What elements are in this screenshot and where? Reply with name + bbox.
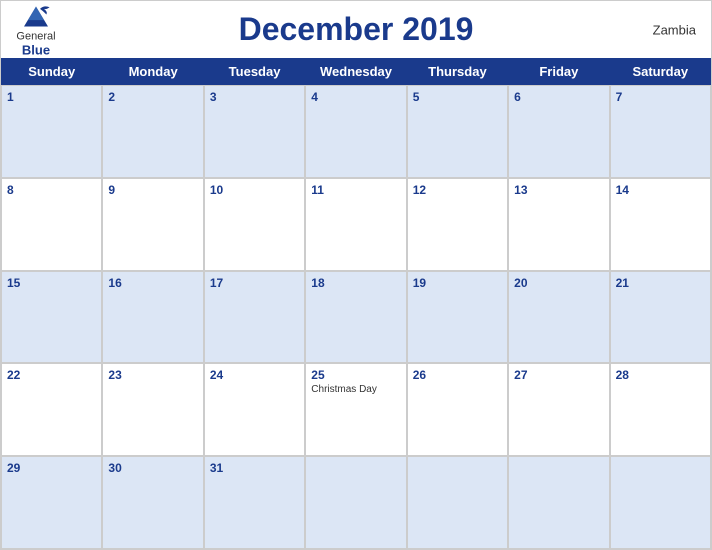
day-saturday: Saturday — [610, 58, 711, 85]
calendar-cell: 1 — [1, 85, 102, 178]
calendar-cell — [610, 456, 711, 549]
date-number: 29 — [7, 461, 20, 475]
calendar-cell: 25 Christmas Day — [305, 363, 406, 456]
day-monday: Monday — [102, 58, 203, 85]
date-number: 18 — [311, 276, 324, 290]
date-number: 9 — [108, 183, 115, 197]
calendar-cell: 21 — [610, 271, 711, 364]
day-tuesday: Tuesday — [204, 58, 305, 85]
date-number: 30 — [108, 461, 121, 475]
date-number: 21 — [616, 276, 629, 290]
calendar-cell: 22 — [1, 363, 102, 456]
date-number: 1 — [7, 90, 14, 104]
date-number: 11 — [311, 183, 324, 197]
month-title: December 2019 — [239, 11, 474, 48]
date-number: 5 — [413, 90, 420, 104]
logo-blue-text: Blue — [22, 42, 50, 57]
calendar-cell: 18 — [305, 271, 406, 364]
calendar-cell: 27 — [508, 363, 609, 456]
day-wednesday: Wednesday — [305, 58, 406, 85]
date-number: 12 — [413, 183, 426, 197]
calendar-cell: 9 — [102, 178, 203, 271]
date-number: 20 — [514, 276, 527, 290]
calendar-cell: 13 — [508, 178, 609, 271]
calendar-cell: 15 — [1, 271, 102, 364]
calendar-cell: 3 — [204, 85, 305, 178]
date-number: 23 — [108, 368, 121, 382]
logo-general-text: General — [16, 30, 55, 42]
calendar-cell: 8 — [1, 178, 102, 271]
date-number: 4 — [311, 90, 318, 104]
date-number: 26 — [413, 368, 426, 382]
date-number: 17 — [210, 276, 223, 290]
date-number: 6 — [514, 90, 521, 104]
date-number: 27 — [514, 368, 527, 382]
calendar-cell: 23 — [102, 363, 203, 456]
calendar-cell: 19 — [407, 271, 508, 364]
date-number: 22 — [7, 368, 20, 382]
calendar-cell: 2 — [102, 85, 203, 178]
date-number: 3 — [210, 90, 217, 104]
calendar-cell: 20 — [508, 271, 609, 364]
calendar-cell: 10 — [204, 178, 305, 271]
day-thursday: Thursday — [407, 58, 508, 85]
calendar-cell — [305, 456, 406, 549]
day-sunday: Sunday — [1, 58, 102, 85]
date-number: 8 — [7, 183, 14, 197]
calendar-header: General Blue December 2019 Zambia — [1, 1, 711, 58]
logo: General Blue — [16, 2, 56, 57]
calendar-cell: 6 — [508, 85, 609, 178]
calendar-cell: 4 — [305, 85, 406, 178]
calendar-cell: 30 — [102, 456, 203, 549]
date-number: 16 — [108, 276, 121, 290]
calendar-container: General Blue December 2019 Zambia Sunday… — [0, 0, 712, 550]
date-number: 19 — [413, 276, 426, 290]
date-number: 2 — [108, 90, 115, 104]
date-number: 13 — [514, 183, 527, 197]
calendar-cell: 14 — [610, 178, 711, 271]
calendar-grid: 1234567891011121314151617181920212223242… — [1, 85, 711, 549]
date-number: 24 — [210, 368, 223, 382]
date-number: 10 — [210, 183, 223, 197]
date-number: 28 — [616, 368, 629, 382]
calendar-cell: 12 — [407, 178, 508, 271]
date-number: 31 — [210, 461, 223, 475]
calendar-cell: 31 — [204, 456, 305, 549]
date-number: 15 — [7, 276, 20, 290]
calendar-cell: 16 — [102, 271, 203, 364]
date-number: 7 — [616, 90, 623, 104]
calendar-cell — [407, 456, 508, 549]
date-number: 25 — [311, 368, 324, 382]
calendar-cell: 28 — [610, 363, 711, 456]
country-label: Zambia — [653, 22, 696, 37]
calendar-cell: 17 — [204, 271, 305, 364]
calendar-cell: 5 — [407, 85, 508, 178]
calendar-cell — [508, 456, 609, 549]
day-friday: Friday — [508, 58, 609, 85]
calendar-cell: 29 — [1, 456, 102, 549]
calendar-cell: 26 — [407, 363, 508, 456]
event-label: Christmas Day — [311, 384, 377, 395]
calendar-cell: 24 — [204, 363, 305, 456]
calendar-cell: 7 — [610, 85, 711, 178]
calendar-cell: 11 — [305, 178, 406, 271]
date-number: 14 — [616, 183, 629, 197]
days-header: Sunday Monday Tuesday Wednesday Thursday… — [1, 58, 711, 85]
